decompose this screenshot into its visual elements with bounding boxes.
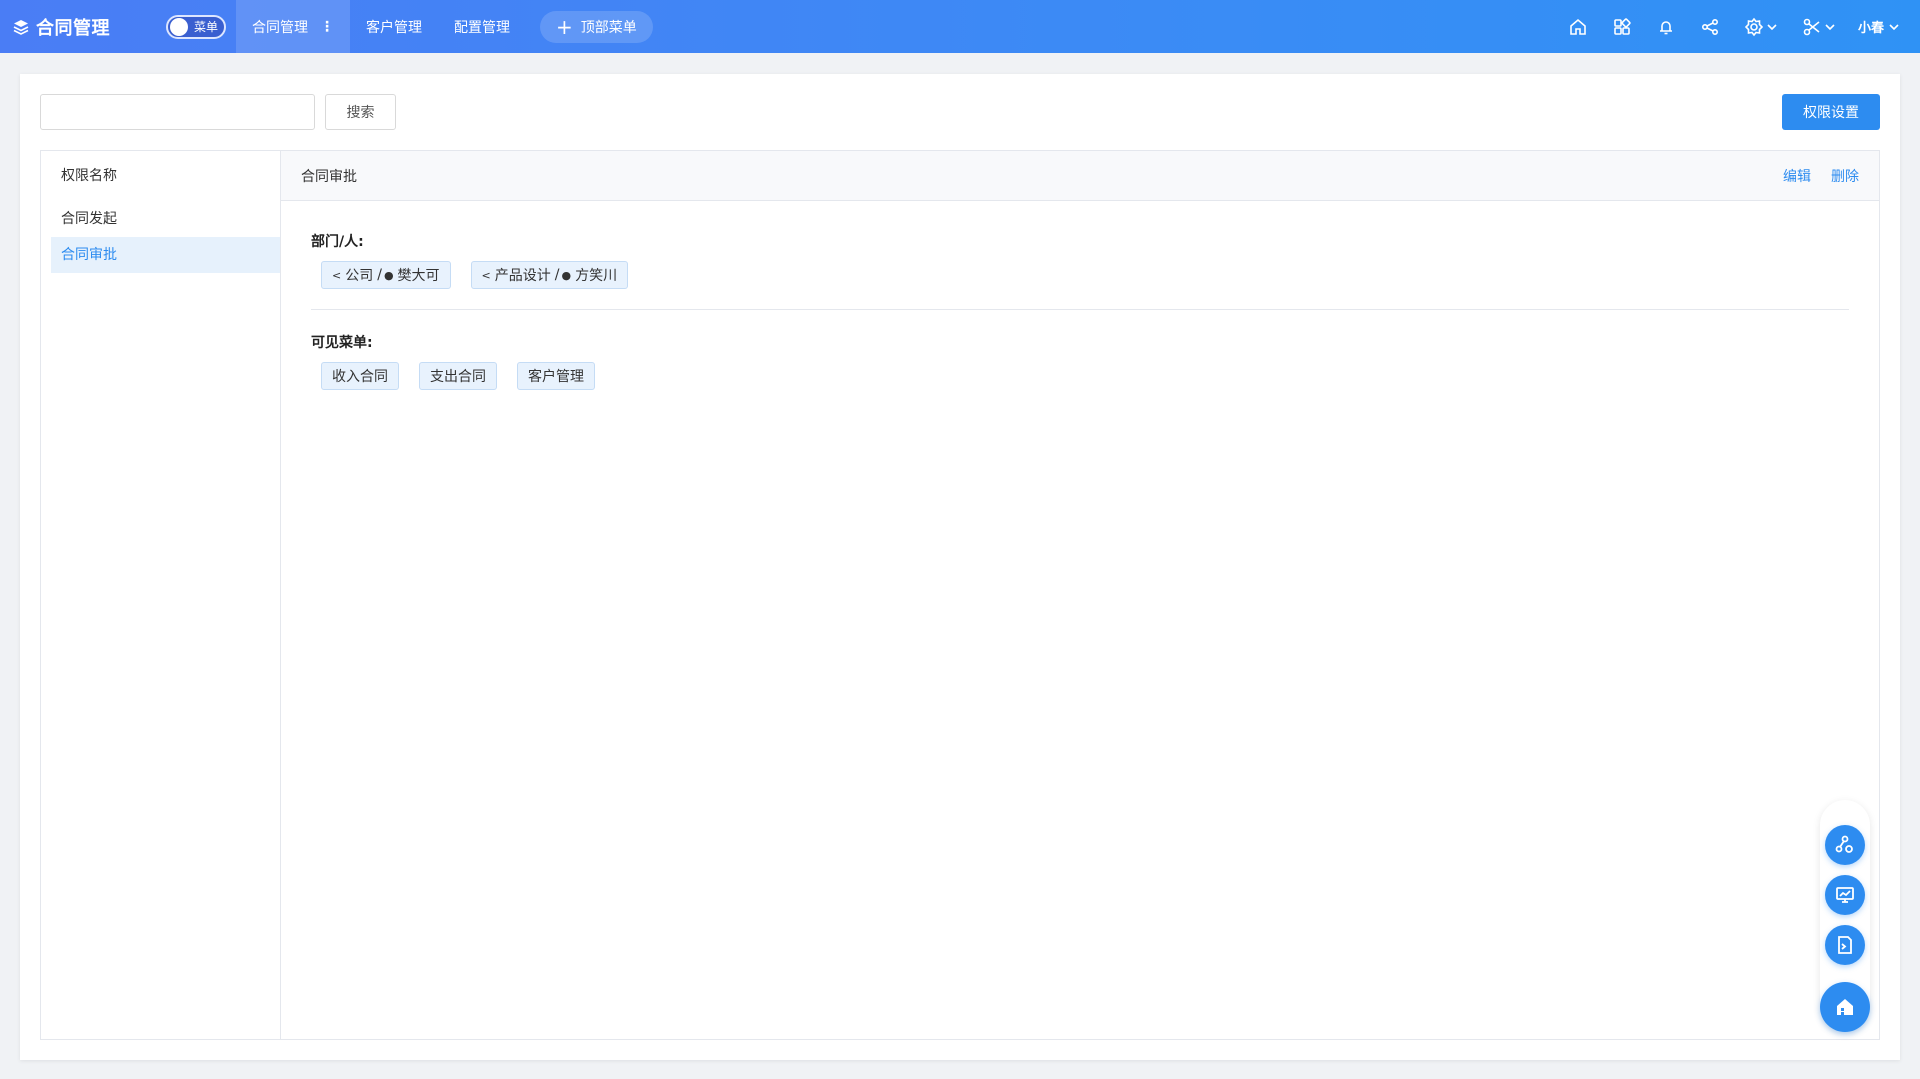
detail-header: 合同审批 编辑 删除 [281,151,1879,201]
tag-person: 方笑川 [575,268,618,284]
menu-tag-income-contract: 收入合同 [321,362,399,390]
tag-dept: 公司 [345,268,374,284]
share-icon[interactable] [1700,0,1720,53]
chevron-down-icon [1767,23,1777,30]
app-title: 合同管理 [36,17,110,39]
workflow-icon[interactable] [1825,825,1865,865]
more-vertical-icon[interactable]: ⋮ [320,19,334,35]
search-button[interactable]: 搜索 [325,94,396,130]
dept-person-tag: < 产品设计 / ● 方笑川 [470,261,629,289]
app-brand[interactable]: 合同管理 [0,0,160,53]
home-building-icon[interactable] [1820,982,1870,1032]
org-share-icon: < [481,268,491,282]
permission-list-header: 权限名称 [61,168,117,184]
menu-tag-expense-contract: 支出合同 [419,362,497,390]
tag-dept: 产品设计 [494,268,551,284]
monitor-chart-icon[interactable] [1825,875,1865,915]
tag-separator: / [377,267,382,283]
nav-item-contract-management[interactable]: 合同管理 ⋮ [236,0,350,53]
dept-section-title: 部门/人: [311,234,364,250]
terminal-doc-icon[interactable] [1825,925,1865,965]
top-bar: 合同管理 菜单 合同管理 ⋮ 客户管理 配置管理 + 顶部菜单 小春 [0,0,1920,53]
plus-icon: + [556,14,573,39]
menu-toggle-label: 菜单 [194,20,219,34]
main-card: 搜索 权限设置 权限名称 合同发起 合同审批 合同审批 编辑 删除 部门/人: … [20,74,1900,1060]
nav-item-label: 合同管理 [252,19,308,36]
menu-section: 可见菜单: 收入合同 支出合同 客户管理 [281,332,1879,390]
chevron-down-icon [1888,21,1900,33]
top-menu-button[interactable]: + 顶部菜单 [540,10,653,43]
floating-dock [1820,800,1870,1032]
permission-panel: 权限名称 合同发起 合同审批 合同审批 编辑 删除 部门/人: < 公司 / ●… [40,150,1880,1040]
top-nav: 合同管理 ⋮ 客户管理 配置管理 + 顶部菜单 [236,0,653,53]
permission-item-contract-initiate[interactable]: 合同发起 [51,201,280,237]
search-input[interactable] [40,94,315,130]
detail-title: 合同审批 [301,168,357,185]
layers-icon [13,19,29,35]
delete-link[interactable]: 删除 [1831,166,1859,186]
nav-item-label: 客户管理 [366,19,422,36]
permission-item-contract-approve[interactable]: 合同审批 [51,237,280,273]
nav-item-config-management[interactable]: 配置管理 [438,0,526,53]
permission-list: 权限名称 合同发起 合同审批 [41,151,281,1039]
bell-icon[interactable] [1656,0,1676,53]
nav-item-label: 配置管理 [454,19,510,36]
permission-settings-button[interactable]: 权限设置 [1782,94,1880,130]
person-icon: ● [561,268,572,282]
section-divider [311,309,1849,310]
home-icon[interactable] [1568,0,1588,53]
tools-icon[interactable] [1802,0,1836,53]
edit-link[interactable]: 编辑 [1783,166,1811,186]
toggle-knob [170,17,188,36]
dept-person-tag: < 公司 / ● 樊大可 [321,261,451,289]
nav-item-customer-management[interactable]: 客户管理 [350,0,438,53]
tag-separator: / [554,267,560,283]
menu-tag-customer-management: 客户管理 [517,362,595,390]
permission-detail: 合同审批 编辑 删除 部门/人: < 公司 / ● 樊大可 < 产品设计 / ●… [281,151,1879,1039]
chevron-down-icon [1825,23,1835,30]
header-actions: 小春 [1544,0,1920,53]
org-share-icon: < [332,268,342,282]
user-name: 小春 [1857,21,1884,36]
menu-section-title: 可见菜单: [311,335,373,351]
apps-icon[interactable] [1612,0,1632,53]
user-menu[interactable]: 小春 [1858,17,1900,36]
tag-person: 樊大可 [397,268,440,284]
top-menu-label: 顶部菜单 [580,19,637,36]
menu-toggle-switch[interactable]: 菜单 [166,14,226,39]
dept-section: 部门/人: < 公司 / ● 樊大可 < 产品设计 / ● 方笑川 [281,231,1879,289]
settings-icon[interactable] [1744,0,1778,53]
person-icon: ● [383,268,394,282]
